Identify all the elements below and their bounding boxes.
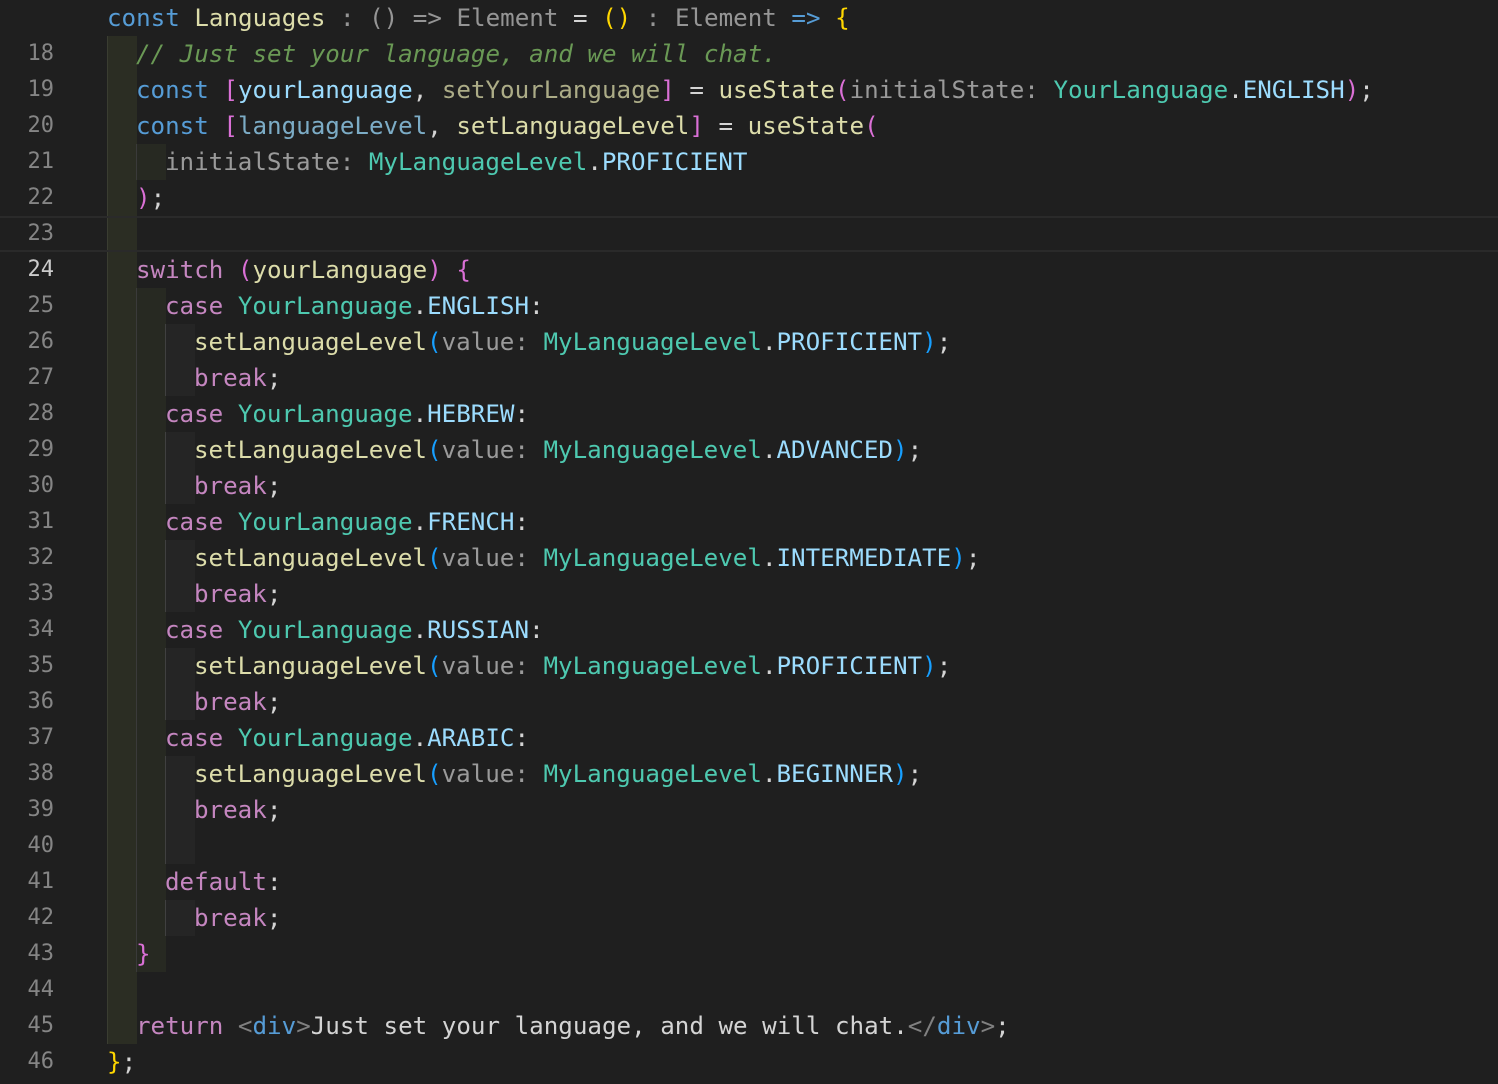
code-line[interactable]: 44 } bbox=[0, 936, 1498, 1002]
line-content: switch (yourLanguage) { bbox=[136, 256, 471, 284]
line-content: const [languageLevel, setLanguageLevel] … bbox=[136, 112, 879, 140]
case-label: case YourLanguage.FRENCH: bbox=[165, 508, 530, 536]
code-line[interactable]: 33 setLanguageLevel(value: MyLanguageLev… bbox=[0, 540, 1498, 606]
line-content: setLanguageLevel(value: MyLanguageLevel.… bbox=[194, 760, 923, 788]
code-line[interactable]: 34 break; bbox=[0, 576, 1498, 642]
code-line[interactable]: 26 case YourLanguage.ENGLISH: bbox=[0, 288, 1498, 354]
inlay-hint: initialState: bbox=[849, 76, 1039, 104]
line-content: break; bbox=[194, 796, 282, 824]
code-line[interactable]: 30 setLanguageLevel(value: MyLanguageLev… bbox=[0, 432, 1498, 498]
line-content: const [yourLanguage, setYourLanguage] = … bbox=[136, 76, 1374, 104]
line-content: break; bbox=[194, 904, 282, 932]
line-number: 47 bbox=[0, 1080, 54, 1084]
code-line[interactable]: 37 break; bbox=[0, 684, 1498, 750]
inlay-hint: initialState: bbox=[165, 148, 355, 176]
line-content: break; bbox=[194, 364, 282, 392]
code-line[interactable]: 25 switch (yourLanguage) { bbox=[0, 252, 1498, 318]
code-line[interactable]: 19 // Just set your language, and we wil… bbox=[0, 36, 1498, 102]
code-line[interactable]: 45 bbox=[0, 972, 1498, 1038]
code-line[interactable]: 35 case YourLanguage.RUSSIAN: bbox=[0, 612, 1498, 678]
code-line[interactable]: 22 initialState: MyLanguageLevel.PROFICI… bbox=[0, 144, 1498, 210]
code-line[interactable]: 28 break; bbox=[0, 360, 1498, 426]
code-line[interactable]: 38 case YourLanguage.ARABIC: bbox=[0, 720, 1498, 786]
code-line[interactable]: 39 setLanguageLevel(value: MyLanguageLev… bbox=[0, 756, 1498, 822]
code-line[interactable]: 20 const [yourLanguage, setYourLanguage]… bbox=[0, 72, 1498, 138]
default-label: default: bbox=[165, 868, 282, 896]
code-editor[interactable]: 18 const Languages : () => Element = () … bbox=[0, 0, 1498, 1084]
case-label: case YourLanguage.ARABIC: bbox=[165, 724, 530, 752]
line-content: break; bbox=[194, 472, 282, 500]
code-line[interactable]: 43 break; bbox=[0, 900, 1498, 966]
code-line[interactable]: 21 const [languageLevel, setLanguageLeve… bbox=[0, 108, 1498, 174]
code-line[interactable]: 27 setLanguageLevel(value: MyLanguageLev… bbox=[0, 324, 1498, 390]
line-content: setLanguageLevel(value: MyLanguageLevel.… bbox=[194, 328, 952, 356]
line-content: setLanguageLevel(value: MyLanguageLevel.… bbox=[194, 436, 923, 464]
inlay-hint: value: bbox=[441, 328, 529, 356]
code-line[interactable]: 18 const Languages : () => Element = () … bbox=[0, 0, 1498, 66]
code-line[interactable]: 23 ); bbox=[0, 180, 1498, 246]
line-content: const Languages : () => Element = () : E… bbox=[107, 4, 850, 32]
code-line[interactable]: 42 default: bbox=[0, 864, 1498, 930]
code-line[interactable]: 41 bbox=[0, 828, 1498, 894]
line-content: setLanguageLevel(value: MyLanguageLevel.… bbox=[194, 652, 952, 680]
code-line[interactable]: 46 return <div>Just set your language, a… bbox=[0, 1008, 1498, 1074]
inlay-hint: value: bbox=[441, 652, 529, 680]
code-line[interactable]: 40 break; bbox=[0, 792, 1498, 858]
inlay-hint: value: bbox=[441, 760, 529, 788]
code-line[interactable]: 31 break; bbox=[0, 468, 1498, 534]
case-label: case YourLanguage.RUSSIAN: bbox=[165, 616, 544, 644]
code-line[interactable]: 32 case YourLanguage.FRENCH: bbox=[0, 504, 1498, 570]
line-content: return <div>Just set your language, and … bbox=[136, 1012, 1010, 1040]
line-content: ); bbox=[136, 184, 166, 212]
code-line[interactable]: 29 case YourLanguage.HEBREW: bbox=[0, 396, 1498, 462]
code-line-current[interactable]: 24 bbox=[0, 216, 1498, 282]
line-content: break; bbox=[194, 580, 282, 608]
comment: // Just set your language, and we will c… bbox=[136, 40, 777, 68]
line-content: initialState: MyLanguageLevel.PROFICIENT bbox=[165, 148, 748, 176]
case-label: case YourLanguage.ENGLISH: bbox=[165, 292, 544, 320]
case-label: case YourLanguage.HEBREW: bbox=[165, 400, 530, 428]
code-line[interactable]: 36 setLanguageLevel(value: MyLanguageLev… bbox=[0, 648, 1498, 714]
line-content: setLanguageLevel(value: MyLanguageLevel.… bbox=[194, 544, 981, 572]
inlay-hint: value: bbox=[441, 436, 529, 464]
line-content: break; bbox=[194, 688, 282, 716]
code-line[interactable]: 47 }; bbox=[0, 1044, 1498, 1080]
line-content: } bbox=[136, 940, 151, 968]
line-content: }; bbox=[107, 1048, 137, 1076]
inlay-hint: value: bbox=[441, 544, 529, 572]
